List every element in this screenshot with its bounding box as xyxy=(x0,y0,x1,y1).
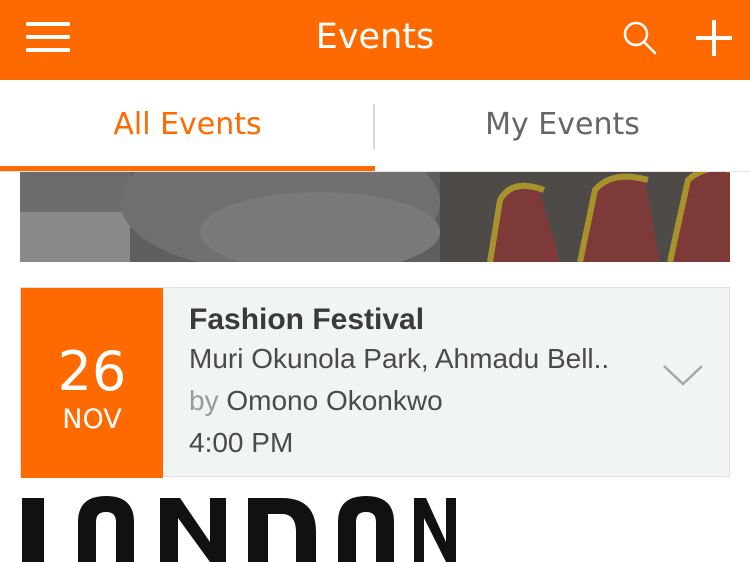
event-organizer-line: by Omono Okonkwo xyxy=(189,380,659,422)
event-cover-photo xyxy=(20,172,730,262)
banner-logo xyxy=(22,496,456,562)
chevron-down-icon[interactable] xyxy=(661,362,705,390)
active-tab-indicator xyxy=(0,166,375,171)
event-month: NOV xyxy=(62,404,122,435)
event-title: Fashion Festival xyxy=(189,303,425,336)
event-date-badge: 26 NOV xyxy=(21,288,163,478)
event-day: 26 xyxy=(57,340,127,403)
event-time: 4:00 PM xyxy=(189,427,294,458)
app-bar: Events xyxy=(0,0,750,80)
search-icon[interactable] xyxy=(620,18,660,58)
hamburger-menu-icon[interactable] xyxy=(26,22,70,52)
event-location: Muri Okunola Park, Ahmadu Bell.. xyxy=(189,343,610,374)
tab-bar: All Events My Events xyxy=(0,80,750,172)
event-details: Fashion Festival Muri Okunola Park, Ahma… xyxy=(189,302,659,464)
event-organizer: Omono Okonkwo xyxy=(226,385,443,416)
plus-icon[interactable] xyxy=(692,16,736,60)
event-cover-image[interactable] xyxy=(20,172,730,262)
by-prefix: by xyxy=(189,385,219,416)
event-card[interactable]: 26 NOV Fashion Festival Muri Okunola Par… xyxy=(20,287,730,478)
tab-my-events[interactable]: My Events xyxy=(375,80,750,172)
tab-all-events[interactable]: All Events xyxy=(0,80,375,172)
next-event-cover-image[interactable] xyxy=(20,492,730,562)
